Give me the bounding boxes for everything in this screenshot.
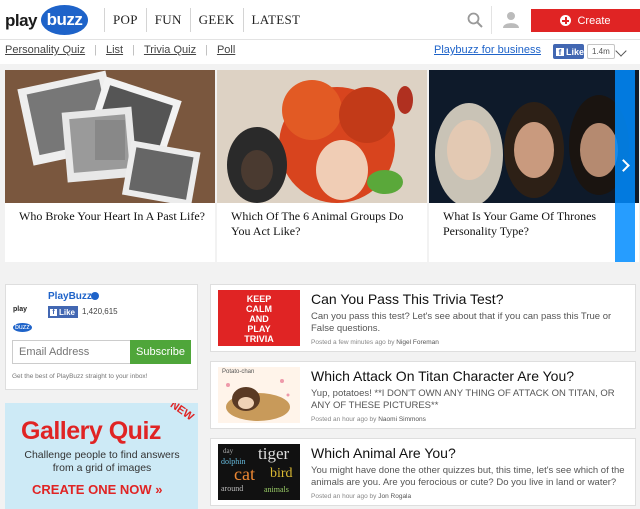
facebook-icon: f <box>556 47 564 57</box>
main-nav: POP FUN GEEK LATEST <box>104 8 308 32</box>
author-name[interactable]: Nigel Foreman <box>396 339 439 346</box>
create-one-now-link[interactable]: CREATE ONE NOW » <box>32 482 163 497</box>
playbuzz-small-logo: play buzz <box>13 298 43 332</box>
feed-item-description: Yup, potatoes! **I DON'T OWN ANY THING O… <box>311 388 615 411</box>
carousel-card[interactable]: Who Broke Your Heart In A Past Life? <box>5 70 215 262</box>
thumb-word: cat <box>234 464 255 484</box>
promo-subtitle: Challenge people to find answers from a … <box>24 449 180 474</box>
featured-carousel: Who Broke Your Heart In A Past Life? Whi… <box>0 70 640 262</box>
photos-pile-image <box>5 70 215 203</box>
sub-nav-bar: Personality Quiz | List | Trivia Quiz | … <box>0 40 640 64</box>
feed-item-title[interactable]: Which Attack On Titan Character Are You? <box>311 368 574 384</box>
carousel-card-title: Which Of The 6 Animal Groups Do You Act … <box>231 209 404 238</box>
nav-item-latest[interactable]: LATEST <box>242 8 309 32</box>
subscribe-widget: play buzz PlayBuzz f Like 1,420,615 Subsc… <box>5 284 198 390</box>
potato-character-image <box>226 379 290 421</box>
carousel-card-title: What Is Your Game Of Thrones Personality… <box>443 209 597 238</box>
feed-item-meta: Posted an hour ago by Jon Rogala <box>311 493 411 500</box>
subnav-separator: | <box>132 44 135 56</box>
facebook-like-button[interactable]: f Like <box>48 306 78 318</box>
playbuzz-for-business-link[interactable]: Playbuzz for business <box>434 44 541 56</box>
subscribe-note: Get the best of PlayBuzz straight to you… <box>12 373 148 380</box>
meta-prefix: Posted a few minutes ago by <box>311 339 395 346</box>
animals-redhead-image <box>217 70 427 203</box>
link-trivia-quiz[interactable]: Trivia Quiz <box>144 44 196 56</box>
header-divider <box>491 6 492 34</box>
subnav-separator: | <box>205 44 208 56</box>
thumb-word: tiger <box>258 444 290 463</box>
like-count: 1.4m <box>587 44 615 59</box>
animal-words-thumbnail: tiger dolphin cat bird day around animal… <box>218 444 300 500</box>
feed-item[interactable]: tiger dolphin cat bird day around animal… <box>210 438 636 506</box>
create-button-label: Create <box>577 14 611 27</box>
feed-item-meta: Posted a few minutes ago by Nigel Forema… <box>311 339 439 346</box>
small-logo-play: play <box>13 306 28 313</box>
nav-item-geek[interactable]: GEEK <box>189 8 243 32</box>
game-of-thrones-image <box>429 70 639 203</box>
feed-item-title[interactable]: Which Animal Are You? <box>311 445 456 461</box>
logo-play-text: play <box>5 11 38 30</box>
thumb-text: KEEP <box>246 294 272 304</box>
plus-icon <box>560 15 572 26</box>
subscribe-button[interactable]: Subscribe <box>130 340 191 364</box>
meta-prefix: Posted an hour ago by <box>311 493 377 500</box>
chevron-down-icon[interactable] <box>615 45 627 57</box>
like-count: 1,420,615 <box>82 307 118 316</box>
feed-item-description: Can you pass this test? Let's see about … <box>311 311 612 334</box>
facebook-page-name[interactable]: PlayBuzz <box>48 291 92 302</box>
gallery-quiz-promo[interactable]: NEW Gallery Quiz Challenge people to fin… <box>5 403 198 509</box>
carousel-next-button[interactable] <box>615 70 635 262</box>
author-name[interactable]: Naomi Simmons <box>378 416 426 423</box>
link-poll[interactable]: Poll <box>217 44 235 56</box>
search-icon[interactable] <box>467 12 483 28</box>
link-personality-quiz[interactable]: Personality Quiz <box>5 44 85 56</box>
nav-item-pop[interactable]: POP <box>104 8 146 32</box>
like-label: Like <box>59 307 76 317</box>
thumb-word: around <box>221 484 244 493</box>
feed-item-description: You might have done the other quizzes bu… <box>311 465 625 488</box>
like-label: Like <box>565 46 584 57</box>
feed-item[interactable]: Potato-chan Which Attack On Titan Charac… <box>210 361 636 429</box>
keep-calm-thumbnail: KEEP CALM AND PLAY TRIVIA <box>218 290 300 346</box>
thumb-word: day <box>223 447 234 455</box>
facebook-icon: f <box>50 308 57 316</box>
carousel-card[interactable]: Which Of The 6 Animal Groups Do You Act … <box>217 70 427 262</box>
create-button[interactable]: Create <box>531 9 640 32</box>
feed-item[interactable]: KEEP CALM AND PLAY TRIVIA Can You Pass T… <box>210 284 636 352</box>
facebook-like-button[interactable]: f Like <box>553 44 584 59</box>
thumb-text: PLAY <box>247 324 271 334</box>
thumb-text: TRIVIA <box>244 334 274 344</box>
author-name[interactable]: Jon Rogala <box>378 493 411 500</box>
playbuzz-logo[interactable]: play buzz <box>5 4 88 36</box>
feed-item-meta: Posted an hour ago by Naomi Simmons <box>311 416 426 423</box>
nav-item-fun[interactable]: FUN <box>145 8 190 32</box>
small-logo-buzz: buzz <box>13 323 32 332</box>
logo-buzz-bubble: buzz <box>41 5 88 35</box>
thumb-word: bird <box>270 466 293 481</box>
thumb-text: CALM <box>246 304 272 314</box>
email-field[interactable] <box>12 340 131 364</box>
carousel-card-title: Who Broke Your Heart In A Past Life? <box>19 209 205 223</box>
user-icon[interactable] <box>503 11 519 28</box>
thumb-text: AND <box>249 314 269 324</box>
top-header: play buzz POP FUN GEEK LATEST Create <box>0 0 640 40</box>
new-badge: NEW <box>167 403 196 424</box>
verified-badge-icon <box>91 292 99 300</box>
promo-title: Gallery Quiz <box>21 417 161 445</box>
format-links: Personality Quiz | List | Trivia Quiz | … <box>5 44 235 56</box>
carousel-card[interactable]: What Is Your Game Of Thrones Personality… <box>429 70 639 262</box>
thumb-caption: Potato-chan <box>222 369 255 375</box>
thumb-word: animals <box>264 485 289 494</box>
potato-chan-thumbnail: Potato-chan <box>218 367 300 423</box>
meta-prefix: Posted an hour ago by <box>311 416 377 423</box>
link-list[interactable]: List <box>106 44 123 56</box>
feed-item-title[interactable]: Can You Pass This Trivia Test? <box>311 291 503 307</box>
subnav-separator: | <box>94 44 97 56</box>
